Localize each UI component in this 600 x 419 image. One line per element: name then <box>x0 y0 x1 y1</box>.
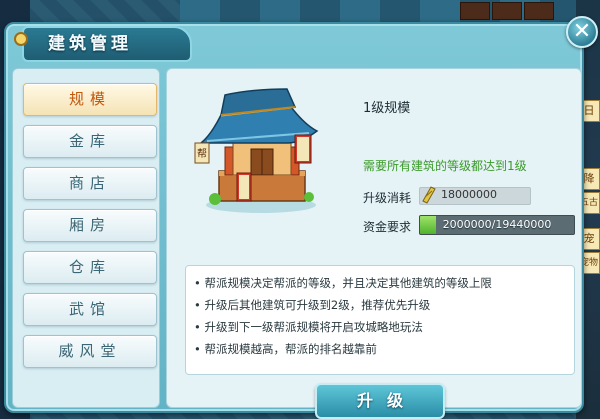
building-illustration: 帮 <box>194 88 319 213</box>
upgrade-requirement: 需要所有建筑的等级都达到1级 <box>363 159 527 173</box>
top-icon-slot <box>460 2 490 20</box>
description-box: • 帮派规模决定帮派的等级，并且决定其他建筑的等级上限 • 升级后其他建筑可升级… <box>185 265 575 375</box>
window-title-bar: 建筑管理 <box>12 26 202 64</box>
building-management-window: 建筑管理 规模 金库 商店 厢房 仓库 武馆 威风堂 帮 1级规模 需要所有建筑… <box>4 22 584 419</box>
sidebar-item-prestige-hall[interactable]: 威风堂 <box>23 335 157 368</box>
sign-left-text: 帮 <box>197 148 207 160</box>
close-button[interactable]: ✕ <box>566 16 598 48</box>
building-detail-panel: 帮 1级规模 需要所有建筑的等级都达到1级 升级消耗 18000000 资金要求… <box>166 68 582 419</box>
fund-requirement-label: 资金要求 <box>363 220 412 234</box>
description-line: • 升级后其他建筑可升级到2级，推荐优先升级 <box>194 298 431 312</box>
description-line: • 帮派规模决定帮派的等级，并且决定其他建筑的等级上限 <box>194 276 492 290</box>
top-icon-slot <box>524 2 554 20</box>
sidebar-item-martial-hall[interactable]: 武馆 <box>23 293 157 326</box>
background-top-icons <box>460 2 554 20</box>
upgrade-button[interactable]: 升级 <box>315 383 445 419</box>
window-title: 建筑管理 <box>22 26 192 62</box>
gold-currency-icon <box>422 186 436 204</box>
sidebar-item-wing-room[interactable]: 厢房 <box>23 209 157 242</box>
fund-progress-bar: 2000000/19440000 <box>419 215 575 235</box>
sidebar-item-scale[interactable]: 规模 <box>23 83 157 116</box>
upgrade-cost-value: 18000000 <box>441 188 497 201</box>
sidebar-item-treasury[interactable]: 金库 <box>23 125 157 158</box>
top-icon-slot <box>492 2 522 20</box>
description-line: • 升级到下一级帮派规模将开启攻城略地玩法 <box>194 320 423 334</box>
building-level-title: 1级规模 <box>363 101 411 116</box>
upgrade-cost-label: 升级消耗 <box>363 191 412 205</box>
building-sidebar: 规模 金库 商店 厢房 仓库 武馆 威风堂 <box>12 68 160 408</box>
description-line: • 帮派规模越高，帮派的排名越靠前 <box>194 342 377 356</box>
sidebar-item-warehouse[interactable]: 仓库 <box>23 251 157 284</box>
title-ornament-icon <box>14 32 28 46</box>
fund-progress-value: 2000000/19440000 <box>442 218 552 231</box>
sidebar-item-shop[interactable]: 商店 <box>23 167 157 200</box>
